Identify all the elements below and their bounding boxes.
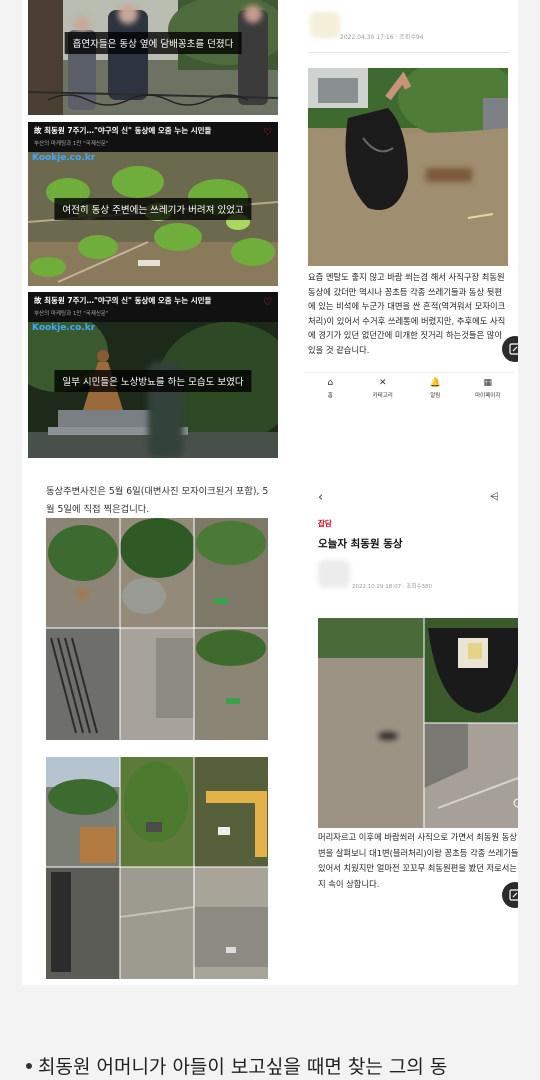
edit-icon bbox=[509, 889, 518, 901]
tab-label: 마이페이지 bbox=[475, 393, 501, 399]
news-headline: 故 최동원 7주기…"야구의 신" 동상에 오줌 누는 시민들 bbox=[34, 296, 212, 305]
tab-mypage[interactable]: ▦ 마이페이지 bbox=[462, 373, 515, 404]
tab-notifications[interactable]: 🔔 알림 bbox=[409, 373, 462, 404]
avatar bbox=[318, 560, 350, 588]
category-icon: ✕ bbox=[378, 378, 387, 388]
news-caption: 흡연자들은 동상 옆에 담배꽁초를 던졌다 bbox=[64, 32, 242, 54]
heart-icon[interactable]: ♡ bbox=[263, 297, 272, 308]
news-header: 故 최동원 7주기…"야구의 신" 동상에 오줌 누는 시민들 부산의 마케팅과… bbox=[28, 292, 278, 322]
edit-fab[interactable] bbox=[502, 336, 518, 362]
blog-post-1: 2022.04.30 17:16 · 조회수94 요즘 멘탈도 좋지 않고 바람… bbox=[304, 0, 518, 420]
post-meta: 2022.10.29 18:07 · 조회수380 bbox=[352, 584, 433, 590]
news-byline: 부산의 마케팅과 1만 "국제신문" bbox=[34, 311, 109, 317]
post-title: 오늘자 최동원 동상 bbox=[318, 538, 403, 550]
home-icon: ⌂ bbox=[327, 378, 334, 388]
news-shot-1: 흡연자들은 동상 옆에 담배꽁초를 던졌다 bbox=[28, 0, 278, 115]
news-headline: 故 최동원 7주기…"야구의 신" 동상에 오줌 누는 시민들 bbox=[34, 126, 212, 135]
post-body: 요즘 멘탈도 좋지 않고 바람 쐬는겸 해서 사직구장 최동원 동상에 갔더만 … bbox=[308, 272, 506, 355]
blog-post-2: ‹ ⩤ ⋮ 잡담 오늘자 최동원 동상 2022.10.29 18:07 · 조… bbox=[304, 480, 518, 985]
collage-photos bbox=[46, 757, 268, 979]
news-photo-smokers bbox=[28, 0, 278, 115]
edit-icon bbox=[509, 343, 518, 355]
heart-icon[interactable]: ♡ bbox=[263, 127, 272, 138]
divider bbox=[308, 52, 510, 53]
tab-category[interactable]: ✕ 카테고리 bbox=[357, 373, 410, 404]
tab-label: 카테고리 bbox=[372, 393, 393, 399]
news-shot-3: 故 최동원 7주기…"야구의 신" 동상에 오줌 누는 시민들 부산의 마케팅과… bbox=[28, 292, 278, 458]
tab-home[interactable]: ⌂ 홈 bbox=[304, 373, 357, 404]
watermark: Kookje.co.kr bbox=[32, 323, 96, 333]
news-shot-2: 故 최동원 7주기…"야구의 신" 동상에 오줌 누는 시민들 부산의 마케팅과… bbox=[28, 122, 278, 286]
footer-text: 최동원 어머니가 아들이 보고싶을 때면 찾는 그의 동 bbox=[38, 1056, 448, 1078]
composite-image: 흡연자들은 동상 옆에 담배꽁초를 던졌다 故 최동원 7주기…"야구의 신" … bbox=[22, 0, 518, 985]
share-icon[interactable]: ⩤ bbox=[490, 490, 499, 504]
edit-fab[interactable] bbox=[502, 882, 518, 908]
photo-collage-1 bbox=[46, 518, 268, 740]
page: 흡연자들은 동상 옆에 담배꽁초를 던졌다 故 최동원 7주기…"야구의 신" … bbox=[0, 0, 540, 1080]
post-meta: 2022.04.30 17:16 · 조회수94 bbox=[340, 34, 424, 41]
news-byline: 부산의 마케팅과 1만 "국제신문" bbox=[34, 141, 109, 147]
avatar bbox=[310, 12, 340, 38]
bell-icon: 🔔 bbox=[429, 378, 441, 388]
collage-photos bbox=[46, 518, 268, 740]
footer-caption: 최동원 어머니가 아들이 보고싶을 때면 찾는 그의 동 bbox=[22, 1052, 447, 1079]
photo-collage-2 bbox=[46, 757, 268, 979]
back-icon[interactable]: ‹ bbox=[318, 490, 323, 505]
bullet-icon bbox=[26, 1062, 32, 1069]
post-category: 잡담 bbox=[318, 519, 332, 528]
tab-label: 알림 bbox=[430, 393, 441, 399]
post-body: 머리자르고 이후에 바람쐬러 사직으로 가면서 최동원 동상 주변을 살펴보니 … bbox=[318, 832, 518, 889]
post-photo-grid bbox=[318, 618, 518, 828]
post-photo-trash-bag bbox=[308, 68, 508, 266]
mypage-icon: ▦ bbox=[483, 378, 492, 388]
news-header: 故 최동원 7주기…"야구의 신" 동상에 오줌 누는 시민들 부산의 마케팅과… bbox=[28, 122, 278, 152]
tab-label: 홈 bbox=[327, 393, 333, 399]
news-caption: 일부 시민들은 노상방뇨를 하는 모습도 보였다 bbox=[54, 370, 252, 392]
watermark: Kookje.co.kr bbox=[32, 153, 96, 163]
news-caption: 여전히 동상 주변에는 쓰레기가 버려져 있었고 bbox=[54, 198, 252, 220]
post-body-left: 동상주변사진은 5월 6일(대변사진 모자이크된거 포함), 5월 5일에 직접… bbox=[46, 486, 269, 515]
bottom-tabbar: ⌂ 홈 ✕ 카테고리 🔔 알림 ▦ 마이페이지 bbox=[304, 372, 514, 404]
